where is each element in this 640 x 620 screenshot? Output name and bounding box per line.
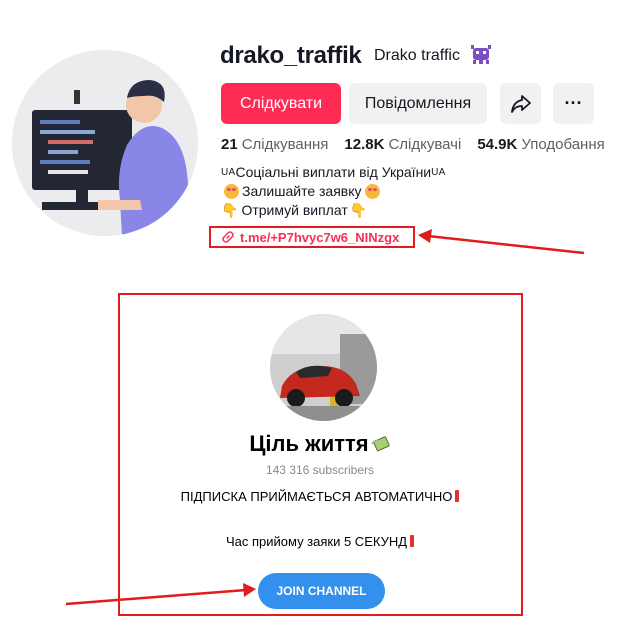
message-button[interactable]: Повідомлення	[349, 83, 487, 124]
pointing-down-icon: 👇	[349, 202, 368, 218]
bio-line-1: UA Соціальні виплати від України UA	[221, 164, 446, 180]
profile-link[interactable]: t.me/+P7hvyc7w6_NINzgx	[209, 226, 415, 248]
alien-monster-icon	[471, 45, 491, 64]
annotation-arrow-link	[418, 229, 585, 255]
flag-ua-text: UA	[221, 167, 236, 178]
profile-link-text: t.me/+P7hvyc7w6_NINzgx	[240, 229, 400, 245]
profile-avatar[interactable]	[12, 50, 198, 236]
pointing-down-icon: 👇	[221, 202, 239, 218]
more-button[interactable]: ···	[553, 83, 594, 124]
join-channel-button[interactable]: JOIN CHANNEL	[258, 573, 385, 609]
profile-nickname: Drako traffic	[374, 47, 460, 64]
bio-line-3: 👇 Отримуй виплат 👇	[221, 202, 368, 218]
profile-stats: 21 Слідкування 12.8K Слідкувачі 54.9K Уподо…	[221, 136, 605, 153]
stat-likes: 54.9K Уподобання	[477, 136, 605, 153]
channel-title: Ціль життя	[150, 431, 490, 457]
channel-description-line-2: Час прийому заяки 5 СЕКУНД	[150, 534, 490, 549]
more-dots-icon: ···	[564, 93, 583, 113]
stat-following[interactable]: 21 Слідкування	[221, 136, 328, 153]
profile-username: drako_traffik	[220, 42, 362, 69]
follow-button[interactable]: Слідкувати	[221, 83, 341, 124]
channel-subscribers: 143 316 subscribers	[265, 463, 375, 477]
channel-description-line-1: ПІДПИСКА ПРИЙМАЄТЬСЯ АВТОМАТИЧНО	[150, 489, 490, 504]
share-arrow-icon	[510, 94, 531, 113]
flag-ua-text: UA	[431, 167, 446, 178]
channel-avatar	[270, 314, 377, 421]
heart-eyes-emoji-icon	[224, 184, 239, 199]
money-with-wings-icon	[371, 436, 390, 452]
stat-followers[interactable]: 12.8K Слідкувачі	[344, 136, 461, 153]
bio-line-2: Залишайте заявку	[221, 182, 446, 201]
heart-eyes-emoji-icon	[364, 184, 380, 199]
profile-bio: UA Соціальні виплати від України UA Залиша…	[221, 163, 446, 220]
share-button[interactable]	[500, 83, 541, 124]
link-icon	[222, 231, 234, 243]
exclamation-icon	[410, 535, 415, 547]
exclamation-icon	[455, 490, 460, 502]
